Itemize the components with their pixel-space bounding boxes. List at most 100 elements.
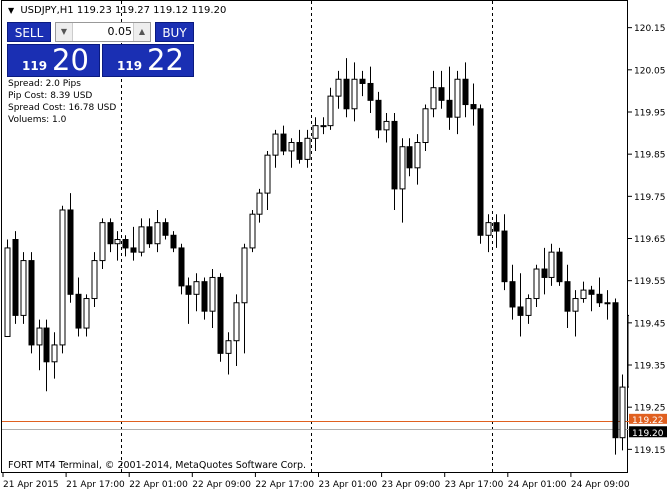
buy-price-prefix: 119 (117, 59, 143, 73)
candle-body (36, 327, 43, 346)
candle-body (67, 209, 74, 295)
candle-body (485, 222, 492, 236)
candle-body (178, 247, 185, 287)
candle-body (493, 222, 500, 232)
candle-body (580, 289, 587, 300)
candle-body (619, 386, 626, 439)
candle-body (335, 78, 342, 97)
y-axis-label: 119.75 (634, 193, 666, 203)
sell-price-button[interactable]: 119 20 (7, 43, 100, 77)
candle-body (209, 276, 216, 312)
candle-body (154, 222, 161, 245)
y-axis-label: 119.65 (634, 235, 666, 245)
chart-window[interactable]: ▼ USDJPY,H1 119.23 119.27 119.12 119.20 … (1, 0, 629, 474)
candle-body (162, 222, 169, 236)
candle-body (193, 281, 200, 295)
one-click-trading-panel: SELL ▼ 0.05 ▲ BUY 119 20 119 22 (7, 20, 194, 77)
candle-body (122, 239, 129, 249)
candle-body (367, 82, 374, 101)
candle-body (99, 222, 106, 262)
x-axis-label: 21 Apr 2015 (3, 480, 59, 490)
candle-body (272, 133, 279, 156)
sell-button[interactable]: SELL (7, 22, 51, 42)
candle-body (391, 120, 398, 190)
candle-body (130, 247, 137, 253)
candle-body (170, 234, 177, 249)
ohlc-values: 119.23 119.27 119.12 119.20 (76, 5, 227, 16)
candle-body (548, 251, 555, 278)
candle-body (375, 99, 382, 131)
candle-body (343, 78, 350, 110)
candle-body (320, 125, 327, 128)
candle-body (612, 302, 619, 439)
candle-body (4, 247, 11, 337)
candle-body (256, 192, 263, 215)
symbol-label: USDJPY,H1 (20, 5, 74, 16)
candle-body (588, 289, 595, 295)
candle-body (470, 104, 477, 110)
x-axis-label: 23 Apr 01:00 (319, 480, 378, 490)
candle-body (288, 142, 295, 152)
candle-body (241, 247, 248, 304)
y-axis-label: 119.85 (634, 151, 666, 161)
candle-body (75, 293, 82, 329)
buy-price-pips: 22 (147, 43, 184, 77)
candle-body (572, 298, 579, 312)
candle-body (604, 302, 611, 305)
candle-body (517, 306, 524, 316)
candle-body (225, 340, 232, 354)
candle-body (462, 78, 469, 106)
candle-body (296, 142, 303, 160)
candle-body (501, 230, 508, 283)
pip-cost-info: Pip Cost: 8.39 USD (8, 91, 93, 101)
candle-body (422, 108, 429, 144)
candle-body (509, 281, 516, 308)
candle-body (20, 260, 27, 316)
candle-body (533, 268, 540, 300)
y-axis-label: 119.25 (634, 404, 666, 414)
y-axis-label: 119.35 (634, 362, 666, 372)
y-axis-label: 119.95 (634, 108, 666, 118)
candle-body (596, 293, 603, 304)
candle-body (446, 99, 453, 118)
x-axis-label: 22 Apr 01:00 (129, 480, 188, 490)
candle-body (304, 137, 311, 160)
bid-price-tag (629, 426, 667, 438)
lot-increase-icon[interactable]: ▲ (133, 23, 150, 41)
candle-body (383, 120, 390, 131)
ask-price-tag (629, 413, 667, 424)
lot-size-stepper[interactable]: ▼ 0.05 ▲ (55, 22, 151, 42)
triangle-down-icon: ▼ (8, 6, 15, 15)
candle-body (185, 285, 192, 295)
lot-decrease-icon[interactable]: ▼ (56, 23, 73, 41)
y-axis-label: 119.45 (634, 319, 666, 329)
candle-body (556, 251, 563, 283)
buy-price-button[interactable]: 119 22 (102, 43, 194, 77)
sell-price-pips: 20 (52, 43, 89, 77)
candle-body (406, 146, 413, 169)
candle-body (327, 95, 334, 127)
spread-info: Spread: 2.0 Pips (8, 79, 81, 89)
candle-body (312, 125, 319, 139)
candle-body (12, 239, 19, 316)
x-axis-label: 22 Apr 17:00 (255, 480, 314, 490)
lot-size-input[interactable]: 0.05 (74, 23, 133, 41)
candle-body (51, 344, 58, 363)
sell-price-prefix: 119 (22, 59, 48, 73)
candle-body (264, 154, 271, 194)
candle-body (477, 108, 484, 236)
candle-body (564, 281, 571, 312)
candle-body (525, 298, 532, 316)
candle-body (399, 146, 406, 190)
candle-body (107, 222, 114, 245)
y-axis-label: 120.15 (634, 24, 666, 34)
buy-button[interactable]: BUY (155, 22, 194, 42)
spread-cost-info: Spread Cost: 16.78 USD (8, 103, 117, 113)
candle-body (201, 281, 208, 312)
x-axis-label: 21 Apr 17:00 (66, 480, 125, 490)
candle-body (43, 327, 50, 363)
candle-body (138, 226, 145, 253)
y-axis-label: 120.05 (634, 66, 666, 76)
candle-body (280, 133, 287, 152)
chart-title: ▼ USDJPY,H1 119.23 119.27 119.12 119.20 (8, 5, 226, 16)
